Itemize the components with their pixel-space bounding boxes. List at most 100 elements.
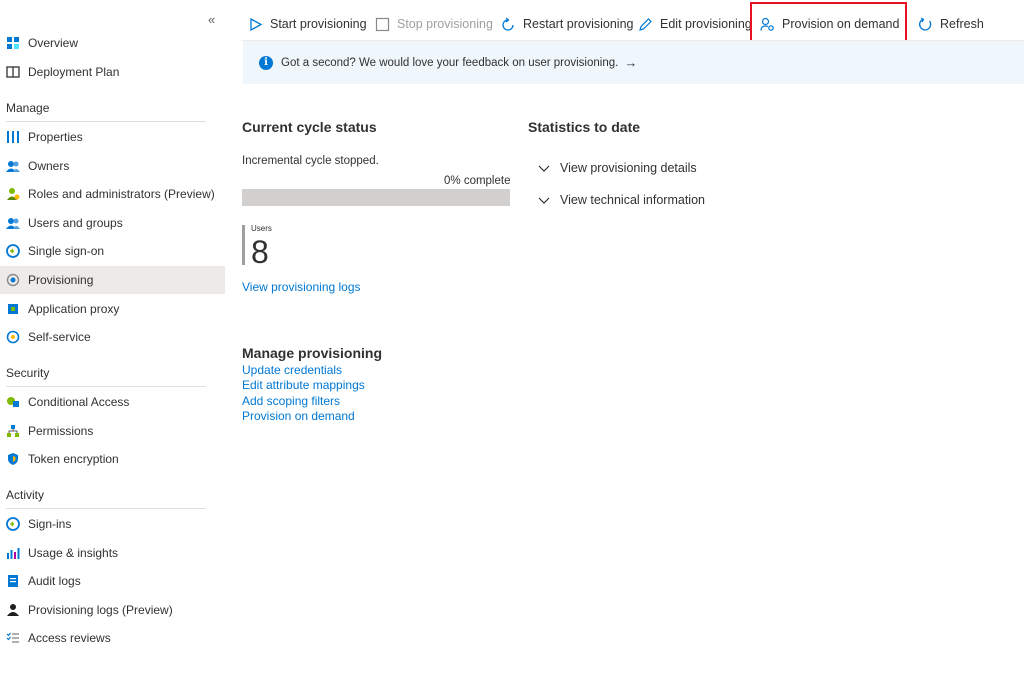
sidebar-item-label: Properties bbox=[28, 130, 83, 144]
refresh-icon bbox=[919, 16, 932, 30]
shield-icon bbox=[8, 453, 18, 465]
start-provisioning-label: Start provisioning bbox=[270, 17, 367, 31]
sidebar-item-conditional-access[interactable]: Conditional Access bbox=[0, 388, 225, 416]
sidebar-item-token-encryption[interactable]: Token encryption bbox=[0, 445, 225, 473]
sidebar-item-label: Roles and administrators (Preview) bbox=[28, 187, 215, 201]
sidebar-item-label: Access reviews bbox=[28, 631, 111, 645]
overview-icon bbox=[7, 37, 19, 49]
sidebar-item-properties[interactable]: Properties bbox=[0, 123, 225, 151]
sidebar-item-label: Owners bbox=[28, 159, 70, 173]
sidebar-item-usage-insights[interactable]: Usage & insights bbox=[0, 539, 225, 567]
manage-provisioning-title: Manage provisioning bbox=[242, 345, 383, 361]
roles-icon bbox=[7, 188, 20, 200]
sidebar-item-label: Deployment Plan bbox=[28, 65, 120, 79]
progress-bar bbox=[242, 189, 510, 206]
provision-on-demand-link[interactable]: Provision on demand bbox=[242, 409, 355, 423]
users-count-label: Users bbox=[251, 224, 272, 233]
sidebar-item-roles[interactable]: Roles and administrators (Preview) bbox=[0, 180, 225, 208]
edit-provisioning-button[interactable]: Edit provisioning bbox=[638, 8, 752, 40]
provisioning-logs-icon bbox=[7, 604, 19, 616]
refresh-button[interactable]: Refresh bbox=[918, 8, 984, 40]
access-reviews-icon bbox=[6, 632, 19, 643]
sidebar-item-sso[interactable]: Single sign-on bbox=[0, 237, 225, 265]
sidebar-item-label: Application proxy bbox=[28, 302, 120, 316]
arrow-right-icon: → bbox=[624, 55, 638, 70]
divider bbox=[6, 121, 206, 122]
provisioning-icon bbox=[6, 273, 20, 287]
users-count-value: 8 bbox=[251, 234, 269, 270]
self-service-icon bbox=[6, 330, 20, 344]
view-provisioning-logs-link[interactable]: View provisioning logs bbox=[242, 280, 361, 294]
counter-accent bbox=[242, 225, 245, 265]
sidebar-item-owners[interactable]: Owners bbox=[0, 152, 225, 180]
sso-icon bbox=[6, 244, 20, 258]
play-icon bbox=[250, 17, 263, 31]
view-technical-information-expander[interactable]: View technical information bbox=[537, 193, 705, 207]
users-groups-icon bbox=[6, 218, 20, 229]
sidebar-item-permissions[interactable]: Permissions bbox=[0, 417, 225, 445]
sidebar-item-label: Conditional Access bbox=[28, 395, 130, 409]
feedback-banner-text: Got a second? We would love your feedbac… bbox=[281, 56, 619, 69]
stop-icon bbox=[375, 17, 390, 31]
section-heading-security: Security bbox=[6, 366, 50, 380]
edit-attribute-mappings-link[interactable]: Edit attribute mappings bbox=[242, 378, 365, 392]
chevron-down-icon bbox=[538, 197, 550, 204]
edit-provisioning-label: Edit provisioning bbox=[660, 17, 752, 31]
sidebar-item-label: Permissions bbox=[28, 424, 94, 438]
divider bbox=[6, 386, 206, 387]
view-provisioning-details-expander[interactable]: View provisioning details bbox=[537, 161, 697, 175]
sidebar-item-users-groups[interactable]: Users and groups bbox=[0, 209, 225, 237]
section-heading-manage: Manage bbox=[6, 101, 50, 115]
stop-provisioning-button[interactable]: Stop provisioning bbox=[375, 8, 493, 40]
current-cycle-title: Current cycle status bbox=[242, 119, 377, 135]
pencil-icon bbox=[639, 17, 652, 31]
sidebar-item-label: Provisioning logs (Preview) bbox=[28, 603, 173, 617]
book-icon bbox=[6, 66, 20, 78]
sidebar-item-deployment-plan[interactable]: Deployment Plan bbox=[0, 58, 225, 86]
view-provisioning-details-label: View provisioning details bbox=[560, 161, 697, 175]
sidebar-item-app-proxy[interactable]: Application proxy bbox=[0, 295, 225, 323]
statistics-title: Statistics to date bbox=[528, 119, 641, 135]
properties-icon bbox=[7, 131, 19, 143]
sidebar-item-sign-ins[interactable]: Sign-ins bbox=[0, 510, 225, 538]
info-icon: i bbox=[259, 55, 273, 70]
sidebar-item-label: Usage & insights bbox=[28, 546, 119, 560]
sidebar: « Overview Deployment Plan Manage Proper… bbox=[0, 0, 225, 684]
owners-icon bbox=[6, 161, 20, 172]
feedback-banner[interactable]: i Got a second? We would love your feedb… bbox=[243, 41, 1024, 84]
sidebar-item-label: Provisioning bbox=[28, 273, 94, 287]
restart-provisioning-button[interactable]: Restart provisioning bbox=[501, 8, 633, 40]
sidebar-item-self-service[interactable]: Self-service bbox=[0, 323, 225, 351]
sidebar-item-label: Users and groups bbox=[28, 216, 123, 230]
stop-provisioning-label: Stop provisioning bbox=[397, 17, 493, 31]
start-provisioning-button[interactable]: Start provisioning bbox=[248, 8, 367, 40]
sidebar-item-provisioning[interactable]: Provisioning bbox=[0, 266, 225, 294]
sidebar-item-overview[interactable]: Overview bbox=[0, 29, 225, 57]
cycle-status-text: Incremental cycle stopped. bbox=[242, 155, 379, 167]
audit-logs-icon bbox=[8, 575, 18, 587]
view-technical-information-label: View technical information bbox=[560, 193, 705, 207]
divider bbox=[6, 508, 206, 509]
sidebar-item-label: Audit logs bbox=[28, 574, 81, 588]
collapse-sidebar-button[interactable]: « bbox=[208, 12, 215, 27]
sidebar-item-audit-logs[interactable]: Audit logs bbox=[0, 567, 225, 595]
section-heading-activity: Activity bbox=[6, 488, 45, 502]
sidebar-item-label: Self-service bbox=[28, 330, 91, 344]
conditional-access-icon bbox=[7, 397, 19, 407]
update-credentials-link[interactable]: Update credentials bbox=[242, 363, 342, 377]
sidebar-item-access-reviews[interactable]: Access reviews bbox=[0, 624, 225, 652]
sign-ins-icon bbox=[6, 517, 20, 531]
app-proxy-icon bbox=[8, 304, 18, 314]
chevron-down-icon bbox=[538, 165, 550, 172]
sidebar-item-label: Token encryption bbox=[28, 452, 119, 466]
refresh-label: Refresh bbox=[940, 17, 984, 31]
sidebar-item-provisioning-logs[interactable]: Provisioning logs (Preview) bbox=[0, 596, 225, 624]
sidebar-item-label: Overview bbox=[28, 36, 79, 50]
restart-provisioning-label: Restart provisioning bbox=[523, 17, 634, 31]
restart-icon bbox=[502, 16, 514, 31]
insights-icon bbox=[7, 548, 20, 559]
sidebar-item-label: Sign-ins bbox=[28, 517, 72, 531]
permissions-icon bbox=[7, 425, 19, 437]
progress-percent-text: 0% complete bbox=[444, 175, 511, 187]
add-scoping-filters-link[interactable]: Add scoping filters bbox=[242, 394, 340, 408]
